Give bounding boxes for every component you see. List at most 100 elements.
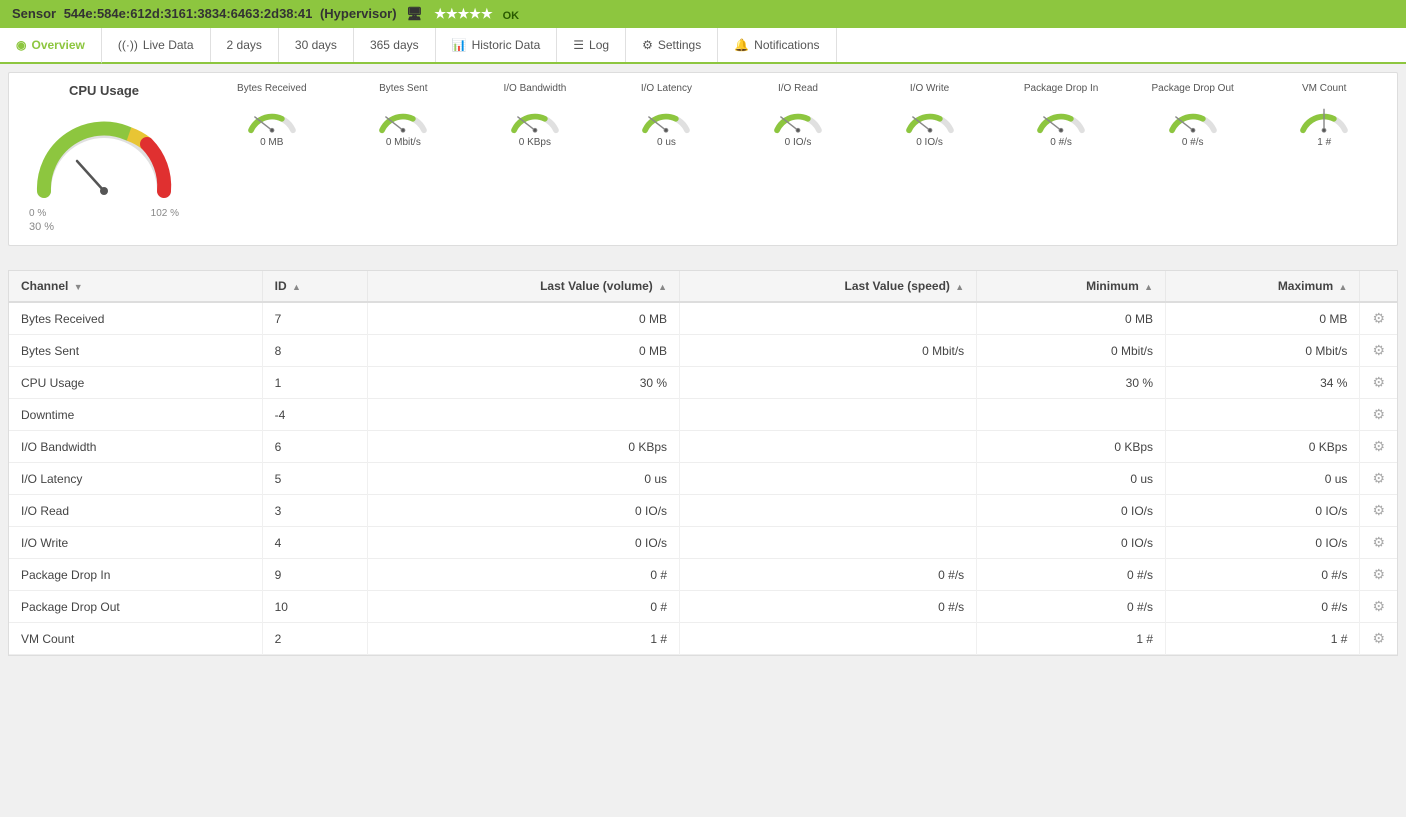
row-gear-button[interactable]: ⚙: [1360, 399, 1397, 431]
last-speed-sort-icon: ▲: [955, 282, 964, 292]
sensor-id: 544e:584e:612d:3161:3834:6463:2d38:41: [64, 6, 313, 21]
table-cell: 5: [262, 463, 367, 495]
gauge-io-write-value: 0 IO/s: [916, 137, 943, 148]
gear-icon[interactable]: ⚙: [1372, 502, 1385, 518]
table-cell: 9: [262, 559, 367, 591]
gear-icon[interactable]: ⚙: [1372, 534, 1385, 550]
cpu-current-value: 30 %: [29, 219, 179, 235]
table-cell: 0 #/s: [1166, 559, 1360, 591]
id-sort-icon: ▲: [292, 282, 301, 292]
table-cell: [367, 399, 679, 431]
table-cell: 0 IO/s: [977, 495, 1166, 527]
nav-settings[interactable]: ⚙ Settings: [626, 28, 718, 62]
table-cell: [680, 463, 977, 495]
gauge-bytes-received-svg: [242, 96, 302, 136]
gear-icon[interactable]: ⚙: [1372, 310, 1385, 326]
row-gear-button[interactable]: ⚙: [1360, 463, 1397, 495]
gear-icon[interactable]: ⚙: [1372, 342, 1385, 358]
table-cell: I/O Bandwidth: [9, 431, 262, 463]
nav-overview-label: Overview: [31, 38, 84, 52]
table-cell: 0 MB: [367, 335, 679, 367]
table-cell: Package Drop Out: [9, 591, 262, 623]
nav-overview[interactable]: ◉ Overview: [0, 28, 102, 64]
gauge-package-drop-in-value: 0 #/s: [1050, 137, 1072, 148]
table-cell: 0 KBps: [367, 431, 679, 463]
row-gear-button[interactable]: ⚙: [1360, 591, 1397, 623]
table-cell: 0 IO/s: [1166, 527, 1360, 559]
gauge-package-drop-out-value: 0 #/s: [1182, 137, 1204, 148]
gauge-bytes-sent-value: 0 Mbit/s: [386, 137, 421, 148]
gauge-package-drop-out-label: Package Drop Out: [1152, 83, 1234, 94]
table-cell: [680, 431, 977, 463]
th-actions: [1360, 271, 1397, 302]
row-gear-button[interactable]: ⚙: [1360, 335, 1397, 367]
nav-30days[interactable]: 30 days: [279, 28, 354, 62]
row-gear-button[interactable]: ⚙: [1360, 302, 1397, 335]
nav-notifications[interactable]: 🔔 Notifications: [718, 28, 836, 62]
row-gear-button[interactable]: ⚙: [1360, 559, 1397, 591]
gear-icon[interactable]: ⚙: [1372, 630, 1385, 646]
th-maximum-label: Maximum: [1278, 279, 1333, 293]
table-cell: [680, 367, 977, 399]
row-gear-button[interactable]: ⚙: [1360, 527, 1397, 559]
table-cell: [680, 527, 977, 559]
gauge-io-read-value: 0 IO/s: [785, 137, 812, 148]
gear-icon[interactable]: ⚙: [1372, 406, 1385, 422]
gauge-package-drop-in: Package Drop In 0 #/s: [998, 83, 1124, 148]
gauge-vm-count: VM Count 1 #: [1261, 83, 1387, 148]
overview-panel: CPU Usage 0 % 102 % 30 %: [8, 72, 1398, 246]
cpu-min-label: 0 %: [29, 208, 46, 219]
th-channel[interactable]: Channel ▼: [9, 271, 262, 302]
table-cell: 0 us: [977, 463, 1166, 495]
row-gear-button[interactable]: ⚙: [1360, 431, 1397, 463]
small-gauges-grid: Bytes Received 0 MB Bytes Sent: [209, 83, 1387, 148]
table-row: Package Drop Out100 #0 #/s0 #/s0 #/s⚙: [9, 591, 1397, 623]
gauge-io-bandwidth-label: I/O Bandwidth: [503, 83, 566, 94]
sensor-type: (Hypervisor): [320, 6, 397, 21]
settings-icon: ⚙: [642, 38, 653, 52]
gauge-package-drop-in-label: Package Drop In: [1024, 83, 1099, 94]
nav-365days[interactable]: 365 days: [354, 28, 436, 62]
row-gear-button[interactable]: ⚙: [1360, 495, 1397, 527]
table-cell: 0 MB: [977, 302, 1166, 335]
nav-historicdata-label: Historic Data: [472, 38, 541, 52]
nav-livedata[interactable]: ((·)) Live Data: [102, 28, 211, 62]
gear-icon[interactable]: ⚙: [1372, 374, 1385, 390]
row-gear-button[interactable]: ⚙: [1360, 367, 1397, 399]
table-row: I/O Latency50 us0 us0 us⚙: [9, 463, 1397, 495]
table-cell: 1 #: [367, 623, 679, 655]
table-row: VM Count21 #1 #1 #⚙: [9, 623, 1397, 655]
table-cell: 2: [262, 623, 367, 655]
gear-icon[interactable]: ⚙: [1372, 438, 1385, 454]
nav-2days[interactable]: 2 days: [211, 28, 279, 62]
gear-icon[interactable]: ⚙: [1372, 598, 1385, 614]
gauge-bytes-received: Bytes Received 0 MB: [209, 83, 335, 148]
gauge-bytes-sent-label: Bytes Sent: [379, 83, 427, 94]
gauge-bytes-received-label: Bytes Received: [237, 83, 306, 94]
gear-icon[interactable]: ⚙: [1372, 566, 1385, 582]
th-id[interactable]: ID ▲: [262, 271, 367, 302]
table-cell: 0 us: [1166, 463, 1360, 495]
table-cell: 0 us: [367, 463, 679, 495]
table-cell: 0 MB: [367, 302, 679, 335]
nav-historicdata[interactable]: 📊 Historic Data: [436, 28, 558, 62]
nav-settings-label: Settings: [658, 38, 701, 52]
gauge-io-latency-label: I/O Latency: [641, 83, 692, 94]
minimum-sort-icon: ▲: [1144, 282, 1153, 292]
nav-365days-label: 365 days: [370, 38, 419, 52]
table-cell: 0 KBps: [1166, 431, 1360, 463]
gear-icon[interactable]: ⚙: [1372, 470, 1385, 486]
channel-sort-icon: ▼: [74, 282, 83, 292]
sensor-type-icon: 🖥: [406, 6, 423, 21]
table-cell: [1166, 399, 1360, 431]
row-gear-button[interactable]: ⚙: [1360, 623, 1397, 655]
table-cell: 30 %: [977, 367, 1166, 399]
nav-log[interactable]: ☰ Log: [557, 28, 626, 62]
th-maximum[interactable]: Maximum ▲: [1166, 271, 1360, 302]
th-last-vol[interactable]: Last Value (volume) ▲: [367, 271, 679, 302]
header-sensor-label: Sensor 544e:584e:612d:3161:3834:6463:2d3…: [12, 6, 493, 22]
th-minimum[interactable]: Minimum ▲: [977, 271, 1166, 302]
gauge-io-bandwidth: I/O Bandwidth 0 KBps: [472, 83, 598, 148]
th-last-speed[interactable]: Last Value (speed) ▲: [680, 271, 977, 302]
header: Sensor 544e:584e:612d:3161:3834:6463:2d3…: [0, 0, 1406, 28]
